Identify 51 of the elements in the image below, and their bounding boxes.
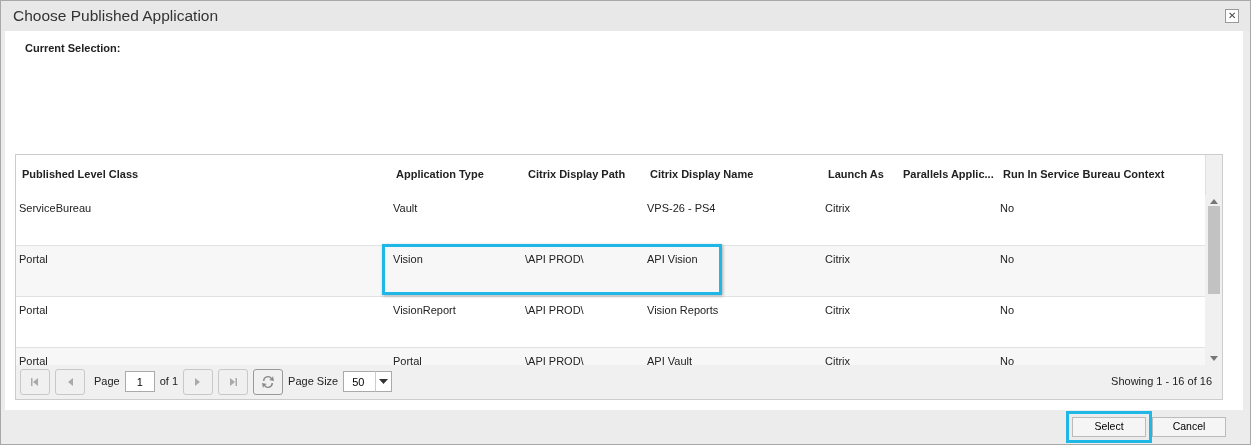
- table-row[interactable]: Portal VisionReport \API PROD\ Vision Reports Citrix No: [16, 296, 1205, 348]
- table-cell: API Vision: [647, 252, 698, 265]
- table-cell: Vision Reports: [647, 303, 719, 316]
- dropdown-caret-icon: [379, 379, 389, 384]
- table-cell: Vision: [393, 252, 423, 265]
- column-header[interactable]: Run In Service Bureau Context: [997, 166, 1200, 183]
- first-page-icon: [30, 376, 40, 387]
- table-cell: Portal: [19, 354, 48, 365]
- close-button[interactable]: ✕: [1225, 9, 1239, 23]
- column-header[interactable]: Application Type: [390, 166, 522, 183]
- current-selection-label: Current Selection:: [24, 41, 122, 56]
- table-cell: No: [1000, 354, 1015, 365]
- table-cell: No: [1000, 303, 1015, 316]
- table-cell: No: [1000, 252, 1015, 265]
- column-header[interactable]: Launch As: [822, 166, 897, 183]
- table-cell: Citrix: [825, 201, 851, 214]
- table-cell: Portal: [19, 303, 48, 316]
- table-cell: Citrix: [825, 252, 851, 265]
- table-cell: \API PROD\: [525, 354, 584, 365]
- window-title: Choose Published Application: [13, 6, 219, 27]
- table-row[interactable]: ServiceBureau Vault VPS-26 - PS4 Citrix No: [16, 194, 1205, 246]
- table-cell: \API PROD\: [525, 252, 584, 265]
- table-cell: API Vault: [647, 354, 693, 365]
- table-cell: Citrix: [825, 354, 851, 365]
- paging-summary: Showing 1 - 16 of 16: [1111, 374, 1213, 390]
- cancel-button[interactable]: Cancel: [1152, 417, 1226, 437]
- last-page-icon: [228, 376, 239, 387]
- column-header[interactable]: Citrix Display Path: [522, 166, 644, 183]
- table-cell: Portal: [393, 354, 422, 365]
- page-input[interactable]: 1: [124, 371, 155, 392]
- table-cell: VPS-26 - PS4: [647, 201, 716, 214]
- scroll-down-icon[interactable]: [1209, 355, 1218, 361]
- table-cell: VisionReport: [393, 303, 456, 316]
- page-count: of 1: [159, 374, 179, 390]
- table-cell: \API PROD\: [525, 303, 584, 316]
- page-size-label: Page Size: [288, 374, 339, 390]
- table-cell: Vault: [393, 201, 418, 214]
- refresh-icon: [260, 373, 277, 390]
- column-header[interactable]: Citrix Display Name: [644, 166, 822, 183]
- column-header[interactable]: Published Level Class: [16, 166, 390, 183]
- table-cell: Citrix: [825, 303, 851, 316]
- page-label: Page: [94, 374, 120, 390]
- column-header[interactable]: Parallels Applic...: [897, 166, 997, 183]
- table-cell: Portal: [19, 252, 48, 265]
- table-cell: ServiceBureau: [19, 201, 92, 214]
- refresh-button[interactable]: [253, 368, 284, 395]
- scrollbar-corner: [1205, 154, 1222, 195]
- table-row[interactable]: Portal Vision \API PROD\ API Vision Citrix No: [16, 245, 1205, 297]
- dropdown-button[interactable]: [375, 371, 393, 392]
- table-cell: No: [1000, 201, 1015, 214]
- page-size-field[interactable]: 50: [343, 371, 376, 392]
